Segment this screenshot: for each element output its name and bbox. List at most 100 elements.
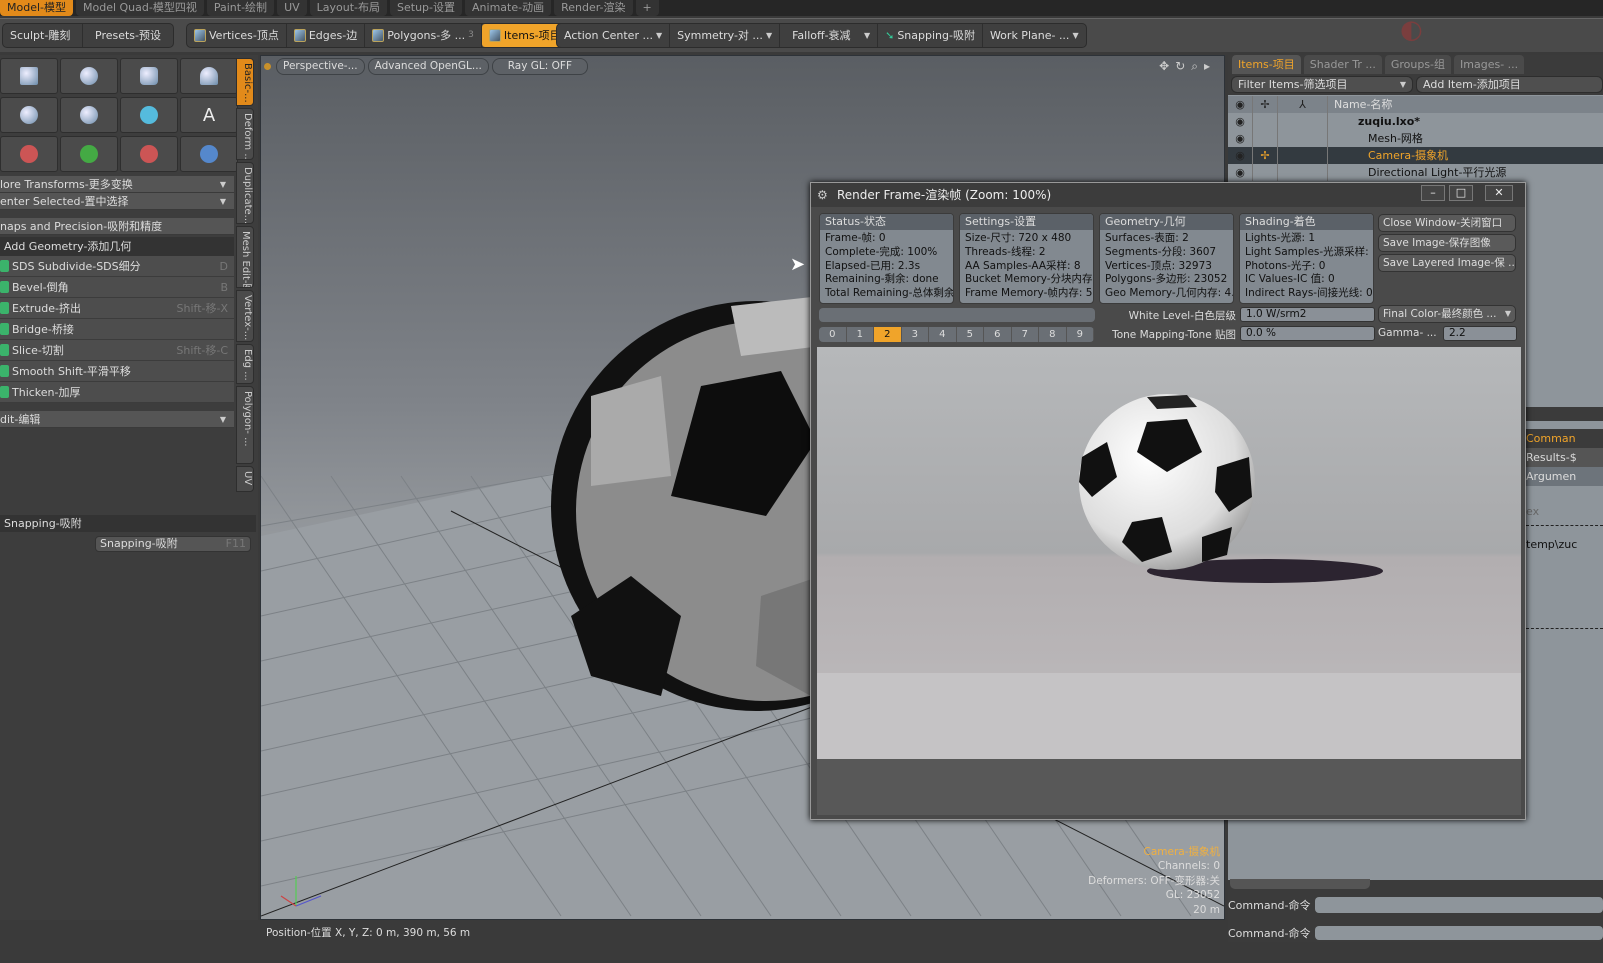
- falloff-dropdown[interactable]: Falloff-衰减 ▼: [780, 24, 879, 47]
- edit-dropdown[interactable]: dit-编辑 ▼: [0, 411, 234, 428]
- perspective-dropdown[interactable]: Perspective-...: [276, 58, 365, 75]
- polygons-button[interactable]: Polygons-多 ... 3: [365, 24, 482, 47]
- center-selected-dropdown[interactable]: enter Selected-置中选择 ▼: [0, 193, 234, 210]
- cube-tool[interactable]: [0, 58, 58, 94]
- workspace-tab[interactable]: UV: [277, 0, 307, 16]
- item-row[interactable]: ◉ zuqiu.lxo*: [1228, 113, 1603, 130]
- horizontal-scrollbar[interactable]: [1230, 879, 1370, 889]
- presets-button[interactable]: Presets-预设: [83, 24, 173, 47]
- close-window-button[interactable]: Close Window-关闭窗口: [1378, 214, 1516, 232]
- work-plane-dropdown[interactable]: Work Plane- ... ▼: [983, 24, 1086, 47]
- command-tab[interactable]: Results-$: [1526, 448, 1603, 467]
- filter-items-dropdown[interactable]: Filter Items-筛选项目 ▼: [1231, 76, 1413, 93]
- rotate-tool[interactable]: [60, 136, 118, 172]
- sphere-tool[interactable]: [60, 58, 118, 94]
- lock-icon[interactable]: [1253, 164, 1278, 181]
- vertical-tab[interactable]: Polygon- ...: [236, 386, 254, 464]
- close-icon[interactable]: ✕: [1485, 185, 1513, 201]
- tool-button[interactable]: Slice-切割 Shift-移-C: [0, 340, 234, 361]
- items-button[interactable]: Items-项目: [481, 24, 568, 47]
- snapping-button[interactable]: ➘ Snapping-吸附: [878, 24, 983, 47]
- right-tab[interactable]: Images- ...: [1454, 55, 1525, 74]
- item-row[interactable]: ◉ Directional Light-平行光源: [1228, 164, 1603, 181]
- vertices-button[interactable]: Vertices-顶点: [187, 24, 287, 47]
- snapping-toggle[interactable]: Snapping-吸附 F11: [95, 536, 251, 552]
- item-row[interactable]: ◉ ✢ Camera-摄象机: [1228, 147, 1603, 164]
- opengl-dropdown[interactable]: Advanced OpenGL...: [367, 58, 489, 75]
- frame-button[interactable]: 4: [929, 327, 957, 342]
- eye-icon[interactable]: ◉: [1228, 164, 1253, 181]
- frame-button[interactable]: 9: [1067, 327, 1094, 342]
- frame-button[interactable]: 2: [874, 327, 902, 342]
- capsule-tool[interactable]: [60, 97, 118, 133]
- frame-button[interactable]: 7: [1012, 327, 1039, 342]
- snaps-precision-button[interactable]: naps and Precision-吸附和精度: [0, 218, 234, 235]
- transform-tool[interactable]: [180, 136, 238, 172]
- tool-button[interactable]: Smooth Shift-平滑平移: [0, 361, 234, 382]
- minimize-button[interactable]: –: [1421, 185, 1445, 201]
- save-layered-image-button[interactable]: Save Layered Image-保 ...: [1378, 254, 1516, 272]
- gamma-field[interactable]: 2.2: [1443, 326, 1517, 341]
- eye-icon[interactable]: ◉: [1228, 113, 1253, 130]
- vertical-tab[interactable]: Deform ...: [236, 108, 254, 160]
- tool-button[interactable]: Extrude-挤出 Shift-移-X: [0, 298, 234, 319]
- symmetry-dropdown[interactable]: Symmetry-对 ... ▼: [670, 24, 781, 47]
- white-level-field[interactable]: 1.0 W/srm2: [1240, 307, 1375, 322]
- render-window-titlebar[interactable]: ⚙ Render Frame-渲染帧 (Zoom: 100%) – □ ✕: [811, 183, 1525, 207]
- frame-button[interactable]: 8: [1039, 327, 1067, 342]
- command-input-2[interactable]: [1314, 926, 1603, 940]
- workspace-tab[interactable]: Render-渲染: [554, 0, 633, 16]
- eye-icon[interactable]: ◉: [1228, 147, 1253, 164]
- pen-tool[interactable]: [120, 97, 178, 133]
- frame-button[interactable]: 3: [902, 327, 929, 342]
- tool-button[interactable]: SDS Subdivide-SDS细分 D: [0, 256, 234, 277]
- lock-icon[interactable]: [1253, 130, 1278, 147]
- lock-icon[interactable]: ✢: [1253, 147, 1278, 164]
- right-tab[interactable]: Items-项目: [1232, 55, 1301, 74]
- maximize-button[interactable]: □: [1449, 185, 1473, 201]
- vertical-tab[interactable]: Basic-...: [236, 58, 254, 106]
- lock-icon[interactable]: [1253, 113, 1278, 130]
- right-tab[interactable]: Groups-组: [1384, 55, 1452, 74]
- workspace-tab[interactable]: Setup-设置: [390, 0, 463, 16]
- add-item-button[interactable]: Add Item-添加项目: [1416, 76, 1603, 93]
- tool-button[interactable]: Bridge-桥接: [0, 319, 234, 340]
- scale-tool[interactable]: [120, 136, 178, 172]
- tone-mapping-field[interactable]: 0.0 %: [1240, 326, 1375, 341]
- tool-button[interactable]: Thicken-加厚: [0, 382, 234, 403]
- text-tool[interactable]: A: [180, 97, 238, 133]
- right-tab[interactable]: Shader Tr ...: [1303, 55, 1382, 74]
- sculpt-button[interactable]: Sculpt-雕刻: [3, 24, 83, 47]
- command-tab[interactable]: Comman: [1526, 429, 1603, 448]
- edges-button[interactable]: Edges-边: [287, 24, 366, 47]
- command-input[interactable]: [1314, 897, 1603, 913]
- workspace-tab[interactable]: Animate-动画: [465, 0, 552, 16]
- eye-icon[interactable]: ◉: [1228, 130, 1253, 147]
- workspace-tab[interactable]: Layout-布局: [309, 0, 388, 16]
- final-color-dropdown[interactable]: Final Color-最终颜色 ... ▼: [1378, 305, 1516, 323]
- vertical-tab[interactable]: UV: [236, 466, 254, 492]
- frame-button[interactable]: 6: [984, 327, 1012, 342]
- frame-button[interactable]: 1: [847, 327, 874, 342]
- vertical-tab[interactable]: Vertex-...: [236, 290, 254, 342]
- cone-tool[interactable]: [180, 58, 238, 94]
- save-image-button[interactable]: Save Image-保存图像: [1378, 234, 1516, 252]
- raygl-toggle[interactable]: Ray GL: OFF: [491, 58, 588, 75]
- workspace-tab[interactable]: Model-模型: [0, 0, 73, 16]
- move-tool[interactable]: [0, 136, 58, 172]
- workspace-tab[interactable]: Model Quad-模型四视: [76, 0, 204, 16]
- frame-button[interactable]: 0: [819, 327, 847, 342]
- frame-button[interactable]: 5: [957, 327, 984, 342]
- command-tab[interactable]: Argumen: [1526, 467, 1603, 486]
- torus-tool[interactable]: [0, 97, 58, 133]
- cylinder-tool[interactable]: [120, 58, 178, 94]
- viewport-nav-icons[interactable]: ✥↻⌕▸: [1159, 59, 1216, 74]
- vertical-tab[interactable]: Mesh Edit-图...: [236, 226, 254, 288]
- action-center-dropdown[interactable]: Action Center ... ▼: [557, 24, 671, 47]
- workspace-tab[interactable]: Paint-绘制: [206, 0, 275, 16]
- more-transforms-dropdown[interactable]: lore Transforms-更多变换 ▼: [0, 176, 234, 193]
- item-row[interactable]: ◉ Mesh-网格: [1228, 130, 1603, 147]
- vertical-tab[interactable]: Duplicate...: [236, 162, 254, 224]
- tool-button[interactable]: Bevel-倒角 B: [0, 277, 234, 298]
- vertical-tab[interactable]: Edg ...: [236, 344, 254, 384]
